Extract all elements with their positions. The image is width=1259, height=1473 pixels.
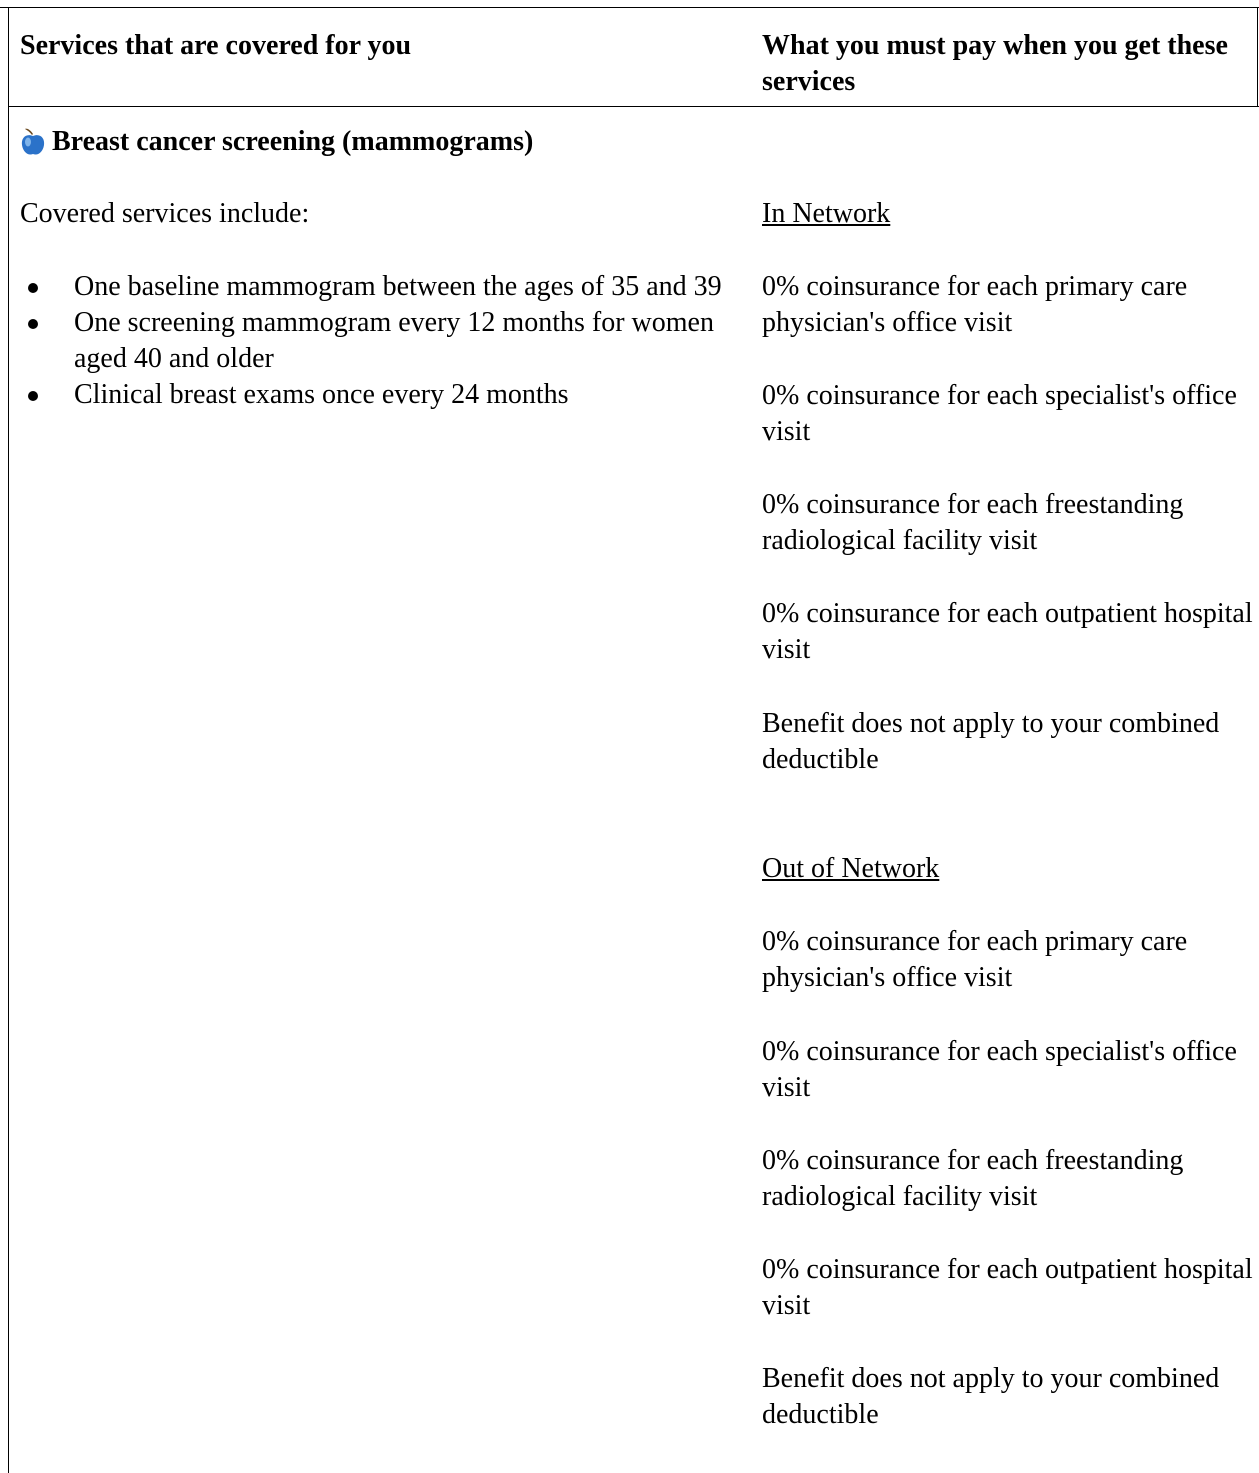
service-heading: Breast cancer screening (mammograms): [20, 124, 533, 160]
list-item: Clinical breast exams once every 24 mont…: [20, 377, 730, 413]
table-right-border: [1257, 7, 1258, 107]
out-of-network-heading: Out of Network: [762, 853, 940, 884]
out-of-network-line: 0% coinsurance for each freestanding rad…: [762, 1145, 1184, 1212]
covered-services-list: One baseline mammogram between the ages …: [20, 269, 730, 413]
bullet-icon: [28, 391, 38, 401]
in-network-line: 0% coinsurance for each primary care phy…: [762, 271, 1188, 338]
list-item: One screening mammogram every 12 months …: [20, 305, 730, 377]
list-item: One baseline mammogram between the ages …: [20, 269, 730, 305]
bullet-icon: [28, 319, 38, 329]
header-divider: [8, 106, 1259, 107]
in-network-heading: In Network: [762, 198, 891, 229]
in-network-line: 0% coinsurance for each specialist's off…: [762, 380, 1237, 447]
table-left-border: [8, 7, 9, 1473]
in-network-line: 0% coinsurance for each freestanding rad…: [762, 489, 1184, 556]
in-network-line: Benefit does not apply to your combined …: [762, 708, 1220, 775]
bullet-icon: [28, 283, 38, 293]
out-of-network-line: 0% coinsurance for each specialist's off…: [762, 1036, 1237, 1103]
apple-icon: [20, 127, 46, 157]
in-network-line: 0% coinsurance for each outpatient hospi…: [762, 598, 1253, 665]
out-of-network-line: 0% coinsurance for each outpatient hospi…: [762, 1254, 1253, 1321]
column-header-services: Services that are covered for you: [20, 30, 412, 61]
covered-intro: Covered services include:: [20, 198, 310, 229]
out-of-network-line: 0% coinsurance for each primary care phy…: [762, 926, 1188, 993]
table-top-border: [0, 7, 1259, 8]
column-header-payment: What you must pay when you get these ser…: [762, 30, 1228, 97]
service-title: Breast cancer screening (mammograms): [52, 126, 534, 157]
out-of-network-line: Benefit does not apply to your combined …: [762, 1363, 1220, 1430]
